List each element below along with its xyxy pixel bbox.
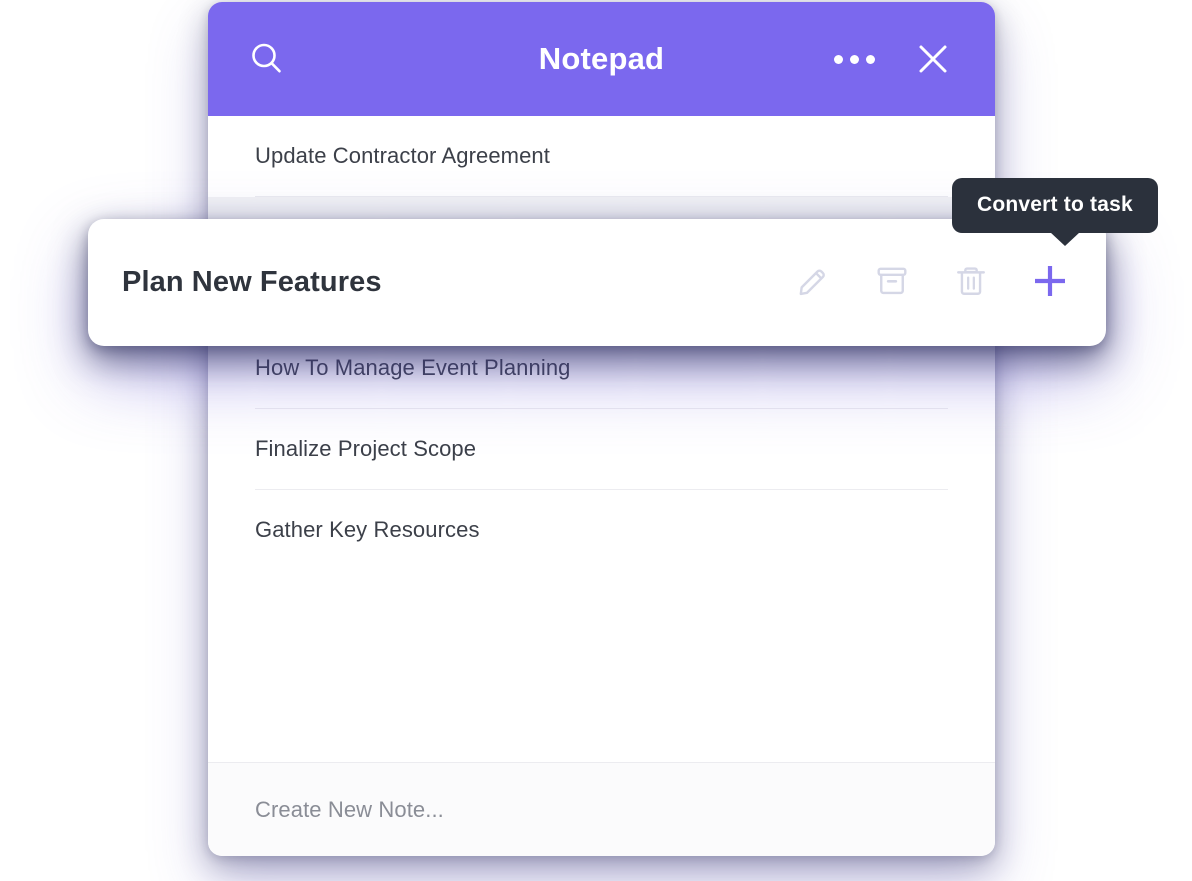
close-icon[interactable]: [915, 41, 951, 77]
note-action-bar: [791, 261, 1072, 305]
archive-icon: [875, 264, 909, 301]
more-dot: [850, 54, 859, 64]
window-titlebar: Notepad: [208, 2, 995, 116]
convert-to-task-tooltip: Convert to task: [952, 178, 1158, 246]
note-list-item[interactable]: Finalize Project Scope: [255, 409, 948, 490]
archive-note-button[interactable]: [870, 261, 914, 305]
search-icon[interactable]: [248, 40, 286, 78]
delete-note-button[interactable]: [949, 261, 993, 305]
window-title: Notepad: [538, 41, 665, 76]
note-title: Update Contractor Agreement: [255, 143, 550, 168]
notepad-window: Notepad Update Contractor Agreement Plan…: [208, 2, 995, 856]
pencil-icon: [796, 264, 830, 301]
selected-note-title: Plan New Features: [122, 266, 382, 298]
more-dot: [834, 54, 843, 64]
trash-icon: [954, 264, 988, 301]
note-list-item[interactable]: Gather Key Resources: [255, 490, 948, 570]
note-title: How To Manage Event Planning: [255, 355, 571, 380]
create-note-placeholder: Create New Note...: [255, 796, 444, 822]
note-list-item[interactable]: Update Contractor Agreement: [255, 116, 948, 197]
edit-note-button[interactable]: [791, 261, 835, 305]
tooltip-label: Convert to task: [977, 193, 1133, 216]
convert-to-task-button[interactable]: [1028, 261, 1072, 305]
note-list: Update Contractor Agreement Plan New Fea…: [208, 116, 995, 762]
note-title: Finalize Project Scope: [255, 436, 477, 461]
selected-note-card[interactable]: Plan New Features: [88, 219, 1106, 346]
plus-icon: [1030, 261, 1070, 304]
create-note-input[interactable]: Create New Note...: [208, 762, 995, 856]
note-title: Gather Key Resources: [255, 517, 480, 542]
more-options-icon[interactable]: [834, 54, 875, 64]
more-dot: [866, 54, 875, 64]
